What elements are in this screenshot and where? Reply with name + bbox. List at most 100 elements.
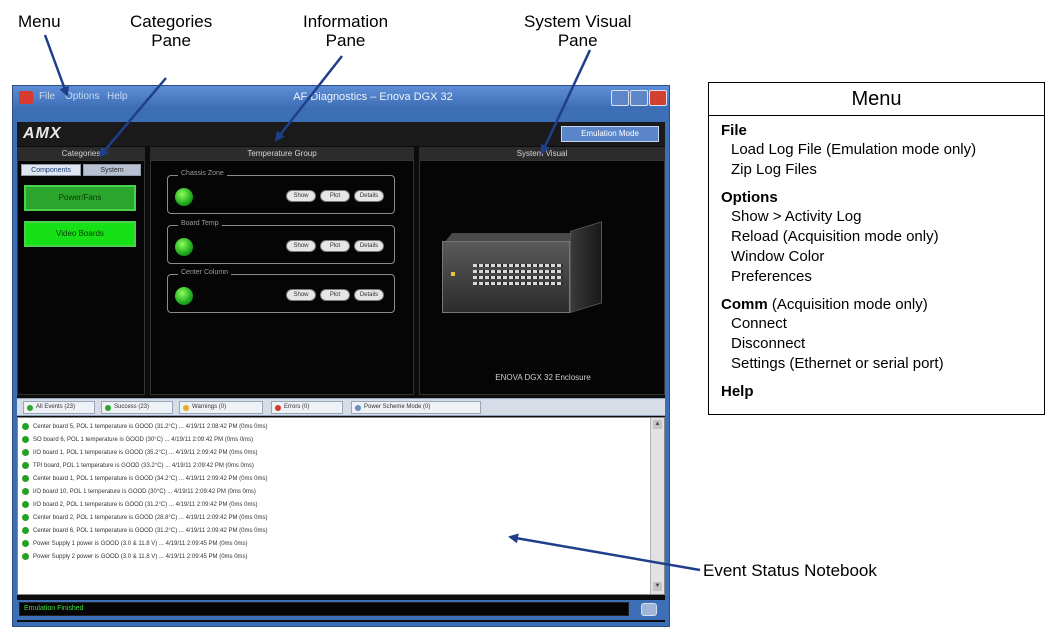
status-bar: Emulation Finished <box>17 600 665 620</box>
tab-success[interactable]: Success (23) <box>101 401 173 414</box>
event-status-notebook-callout: Event Status Notebook <box>703 561 877 580</box>
app-content: AMX Emulation Mode Categories Temperatur… <box>17 122 665 622</box>
details-button[interactable]: Details <box>354 240 384 252</box>
scroll-down-icon[interactable]: ▼ <box>653 582 662 591</box>
amx-logo: AMX <box>23 125 62 142</box>
success-icon <box>22 422 29 430</box>
legend-load-log-file: Load Log File (Emulation mode only) <box>731 141 977 158</box>
log-text: Center board 1, POL 1 temperature is GOO… <box>33 476 268 482</box>
log-text: I/O board 10, POL 1 temperature is GOOD … <box>33 489 256 495</box>
log-row[interactable]: SO board 6, POL 1 temperature is GOOD (3… <box>22 434 253 447</box>
title-bar: File Options Help AF Diagnostics – Enova… <box>13 86 669 110</box>
show-button[interactable]: Show <box>286 289 316 301</box>
status-icon[interactable] <box>641 603 657 616</box>
success-icon <box>22 474 29 482</box>
log-row[interactable]: TPI board, POL 1 temperature is GOOD (33… <box>22 460 254 473</box>
status-text: Emulation Finished <box>19 602 629 616</box>
temperature-group: Chassis Zone Show Plot Details <box>167 170 395 214</box>
temperature-group: Center Column Show Plot Details <box>167 269 395 313</box>
category-button-power-fans[interactable]: Power/Fans <box>24 185 136 211</box>
group-label: Center Column <box>178 269 232 276</box>
app-icon <box>19 91 33 104</box>
app-window: File Options Help AF Diagnostics – Enova… <box>12 85 670 627</box>
window-title: AF Diagnostics – Enova DGX 32 <box>293 91 453 103</box>
menu-help[interactable]: Help <box>107 91 128 102</box>
legend-comm-label: Comm <box>721 296 768 313</box>
categories-pane: Components System Power/Fans Video Board… <box>17 160 145 395</box>
information-callout-line1: Information <box>303 12 389 31</box>
log-row[interactable]: I/O board 10, POL 1 temperature is GOOD … <box>22 486 256 499</box>
event-log[interactable]: Center board 5, POL 1 temperature is GOO… <box>17 417 665 595</box>
minimize-button[interactable] <box>611 90 629 106</box>
legend-connect: Connect <box>731 315 787 332</box>
tab-warnings[interactable]: Warnings (0) <box>179 401 263 414</box>
success-icon <box>22 513 29 521</box>
log-row[interactable]: Power Supply 1 power is GOOD (3.0 & 11.8… <box>22 538 248 551</box>
port-row <box>473 264 563 267</box>
tab-power-scheme-mode[interactable]: Power Scheme Mode (0) <box>351 401 481 414</box>
scroll-up-icon[interactable]: ▲ <box>653 420 662 429</box>
categories-callout-line2: Pane <box>151 31 191 50</box>
log-row[interactable]: I/O board 2, POL 1 temperature is GOOD (… <box>22 499 258 512</box>
information-pane-header: Temperature Group <box>150 147 414 160</box>
log-text: I/O board 2, POL 1 temperature is GOOD (… <box>33 502 258 508</box>
maximize-button[interactable] <box>630 90 648 106</box>
system-visual-pane-header: System Visual <box>419 147 665 160</box>
plot-button[interactable]: Plot <box>320 240 350 252</box>
success-icon <box>22 526 29 534</box>
menu-callout: Menu <box>18 12 61 31</box>
log-text: Power Supply 1 power is GOOD (3.0 & 11.8… <box>33 541 248 547</box>
menu-options[interactable]: Options <box>65 91 99 102</box>
log-scrollbar[interactable]: ▲ ▼ <box>650 418 664 594</box>
log-row[interactable]: Center board 1, POL 1 temperature is GOO… <box>22 473 268 486</box>
legend-preferences: Preferences <box>731 268 812 285</box>
details-button[interactable]: Details <box>354 289 384 301</box>
show-button[interactable]: Show <box>286 190 316 202</box>
menu-file[interactable]: File <box>39 91 55 102</box>
information-callout-line2: Pane <box>325 31 366 50</box>
tab-errors[interactable]: Errors (0) <box>271 401 343 414</box>
close-button[interactable] <box>649 90 667 106</box>
legend-zip-log-files: Zip Log Files <box>731 161 817 178</box>
categories-pane-callout: Categories Pane <box>130 12 212 50</box>
mode-button[interactable]: Emulation Mode <box>561 126 659 142</box>
success-icon <box>22 487 29 495</box>
legend-reload: Reload (Acquisition mode only) <box>731 228 939 245</box>
log-row[interactable]: I/O board 1, POL 1 temperature is GOOD (… <box>22 447 258 460</box>
enclosure-image[interactable] <box>442 221 602 337</box>
legend-disconnect: Disconnect <box>731 335 806 352</box>
enclosure-led-icon <box>451 272 455 276</box>
status-led-icon <box>175 287 193 305</box>
tab-all-events[interactable]: All Events (23) <box>23 401 95 414</box>
success-icon <box>22 539 29 547</box>
event-tabs: All Events (23) Success (23) Warnings (0… <box>17 398 665 416</box>
log-row[interactable]: Center board 6, POL 1 temperature is GOO… <box>22 525 268 538</box>
tab-system[interactable]: System <box>83 164 141 176</box>
plot-button[interactable]: Plot <box>320 289 350 301</box>
system-visual-pane-callout: System Visual Pane <box>524 12 631 50</box>
categories-callout-line1: Categories <box>130 12 213 31</box>
log-row[interactable]: Power Supply 2 power is GOOD (3.0 & 11.8… <box>22 551 248 564</box>
group-label: Board Temp <box>178 220 222 227</box>
information-pane: Chassis Zone Show Plot Details Board Tem… <box>150 160 414 395</box>
legend-file: File <box>721 122 747 139</box>
tab-components[interactable]: Components <box>21 164 81 176</box>
legend-help: Help <box>721 383 754 400</box>
details-button[interactable]: Details <box>354 190 384 202</box>
system-visual-callout-line1: System Visual <box>524 12 632 31</box>
log-text: Power Supply 2 power is GOOD (3.0 & 11.8… <box>33 554 248 560</box>
success-icon <box>22 552 29 560</box>
plot-button[interactable]: Plot <box>320 190 350 202</box>
log-text: TPI board, POL 1 temperature is GOOD (33… <box>33 463 254 469</box>
brand-bar: AMX Emulation Mode <box>17 122 665 146</box>
enclosure-side <box>570 221 602 313</box>
log-text: Center board 2, POL 1 temperature is GOO… <box>33 515 268 521</box>
information-pane-callout: Information Pane <box>303 12 388 50</box>
log-text: Center board 5, POL 1 temperature is GOO… <box>33 424 268 430</box>
log-row[interactable]: Center board 2, POL 1 temperature is GOO… <box>22 512 268 525</box>
port-row <box>473 276 563 279</box>
status-led-icon <box>175 188 193 206</box>
show-button[interactable]: Show <box>286 240 316 252</box>
category-button-video-boards[interactable]: Video Boards <box>24 221 136 247</box>
log-row[interactable]: Center board 5, POL 1 temperature is GOO… <box>22 421 268 434</box>
